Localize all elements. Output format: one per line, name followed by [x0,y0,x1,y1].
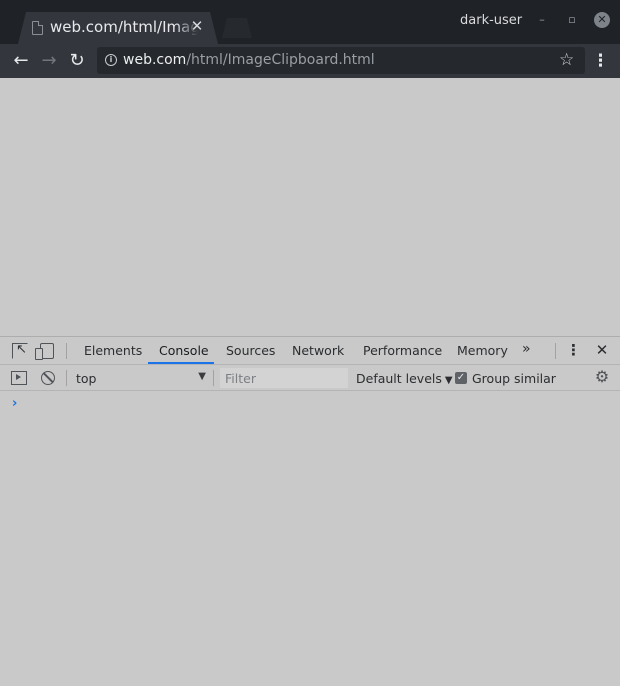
log-levels-label: Default levels [356,371,442,386]
clear-console-icon[interactable] [41,371,55,385]
devtools-tab-bar: Elements Console Sources Network Perform… [0,337,620,365]
file-icon [32,21,43,35]
address-bar[interactable]: i web.com/html/ImageClipboard.html ☆ [97,47,585,74]
more-tabs-icon[interactable]: » [522,341,531,357]
tab-elements[interactable]: Elements [84,343,142,358]
page-viewport[interactable] [0,78,620,336]
toolbar-divider [66,343,67,359]
toolbar-divider [555,343,556,359]
context-selector[interactable]: top ▼ [68,368,210,388]
toolbar-divider [66,370,67,386]
maximize-icon[interactable]: ▫ [564,12,580,28]
new-tab-button[interactable] [222,18,252,38]
browser-window: web.com/html/ImageClipboard.html ✕ dark-… [0,0,620,686]
forward-arrow-icon[interactable]: → [38,50,60,72]
inspect-element-icon[interactable] [12,342,28,359]
url-host: web.com [123,52,187,68]
context-value: top [76,371,97,386]
active-tab-indicator [148,362,214,364]
log-levels-dropdown[interactable]: Default levels ▼ [356,371,453,386]
tab-performance[interactable]: Performance [363,343,442,358]
minimize-icon[interactable]: – [534,12,550,28]
info-icon[interactable]: i [105,54,117,66]
console-settings-gear-icon[interactable]: ⚙ [594,369,610,385]
devtools-panel: Elements Console Sources Network Perform… [0,336,620,686]
console-toolbar: top ▼ Default levels▼ ✓ Group similar ⚙ [0,365,620,391]
console-sidebar-icon[interactable] [11,371,27,385]
device-toggle-icon[interactable] [35,343,54,360]
chevron-down-icon: ▼ [444,375,453,386]
browser-menu-icon[interactable]: ⋮ [592,50,609,72]
devtools-menu-icon[interactable]: ⋮ [566,341,581,359]
tab-sources[interactable]: Sources [226,343,275,358]
title-bar: web.com/html/ImageClipboard.html ✕ dark-… [0,0,620,44]
filter-input[interactable] [220,368,348,388]
tab-network[interactable]: Network [292,343,344,358]
window-close-icon[interactable]: ✕ [594,12,610,28]
console-prompt-icon: › [12,396,18,411]
group-similar-checkbox[interactable]: ✓ [455,372,467,384]
console-output[interactable]: › [0,392,620,686]
tab-close-icon[interactable]: ✕ [188,17,206,35]
tab-console[interactable]: Console [159,343,209,358]
tab-memory[interactable]: Memory [457,343,508,358]
url-path: /html/ImageClipboard.html [186,52,375,68]
browser-toolbar: ← → ↻ i web.com/html/ImageClipboard.html… [0,44,620,78]
group-similar-label[interactable]: Group similar [472,371,556,386]
devtools-close-icon[interactable]: ✕ [594,341,610,359]
toolbar-divider [213,370,214,386]
bookmark-star-icon[interactable]: ☆ [559,50,574,70]
profile-name[interactable]: dark-user [460,13,522,28]
chevron-down-icon: ▼ [198,371,206,382]
tab-title: web.com/html/ImageClipboard.html [50,18,198,36]
url-text[interactable]: web.com/html/ImageClipboard.html [123,52,375,68]
reload-icon[interactable]: ↻ [66,50,88,72]
back-arrow-icon[interactable]: ← [10,50,32,72]
browser-tab[interactable]: web.com/html/ImageClipboard.html ✕ [18,12,218,44]
